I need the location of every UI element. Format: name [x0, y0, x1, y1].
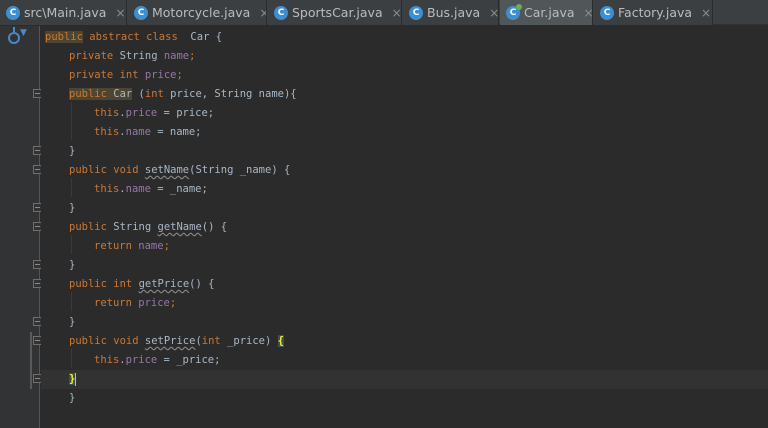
code-line: return name; [94, 240, 170, 252]
code-line: public String getName() { [69, 221, 228, 233]
code-line: } [69, 316, 76, 328]
vcs-change-marker[interactable] [30, 332, 32, 389]
code-line: this.price = price; [94, 107, 215, 119]
class-icon: C [600, 5, 614, 20]
tab-label: Factory.java [618, 5, 693, 20]
code-line: } [69, 392, 76, 404]
code-line: private int price; [69, 69, 183, 81]
class-icon: C [6, 5, 20, 20]
current-code-line: } [41, 370, 768, 389]
class-icon: C [134, 5, 148, 20]
code-line: this.price = _price; [94, 354, 221, 366]
tab-label: Motorcycle.java [152, 5, 251, 20]
text-caret [75, 372, 77, 386]
code-editor[interactable]: public abstract class Car { private Stri… [41, 26, 768, 428]
tab-car-java[interactable]: C Car.java × [500, 0, 593, 25]
code-line: public abstract class Car { [45, 31, 223, 43]
class-icon: C [409, 5, 423, 20]
code-line: public void setPrice(int _price) { [69, 335, 284, 347]
code-line: } [69, 145, 76, 157]
editor-tab-bar: C src\Main.java × C Motorcycle.java × C … [0, 0, 768, 25]
tab-main-java[interactable]: C src\Main.java × [0, 0, 127, 25]
code-line: public void setName(String _name) { [69, 164, 291, 176]
implemented-by-circle-icon [8, 27, 20, 44]
abstract-class-icon: C [506, 3, 522, 20]
tab-bus-java[interactable]: C Bus.java × [403, 0, 499, 25]
tab-factory-java[interactable]: C Factory.java × [594, 0, 713, 25]
close-icon[interactable]: × [259, 6, 266, 20]
code-line: this.name = name; [94, 126, 202, 138]
code-line: } [69, 202, 76, 214]
close-icon[interactable]: × [701, 6, 711, 20]
tab-label: Car.java [524, 5, 575, 20]
tab-sportscar-java[interactable]: C SportsCar.java × [268, 0, 402, 25]
code-line: } [69, 259, 76, 271]
tab-label: Bus.java [427, 5, 481, 20]
class-icon: C [274, 5, 288, 20]
tab-label: src\Main.java [24, 5, 107, 20]
tab-motorcycle-java[interactable]: C Motorcycle.java × [128, 0, 267, 25]
matched-brace: { [277, 335, 284, 347]
close-icon[interactable]: × [489, 6, 498, 20]
arrow-down-icon: ▼ [20, 28, 27, 38]
close-icon[interactable]: × [392, 6, 401, 20]
code-line: public int getPrice() { [69, 278, 215, 290]
editor-gutter[interactable]: ▼ [0, 26, 42, 428]
close-icon[interactable]: × [115, 6, 125, 20]
close-icon[interactable]: × [584, 6, 592, 20]
code-line: this.name = _name; [94, 183, 208, 195]
tab-label: SportsCar.java [292, 5, 383, 20]
code-line: private String name; [69, 50, 196, 62]
code-line: return price; [94, 297, 177, 309]
code-line: public Car (int price, String name){ [69, 88, 297, 100]
